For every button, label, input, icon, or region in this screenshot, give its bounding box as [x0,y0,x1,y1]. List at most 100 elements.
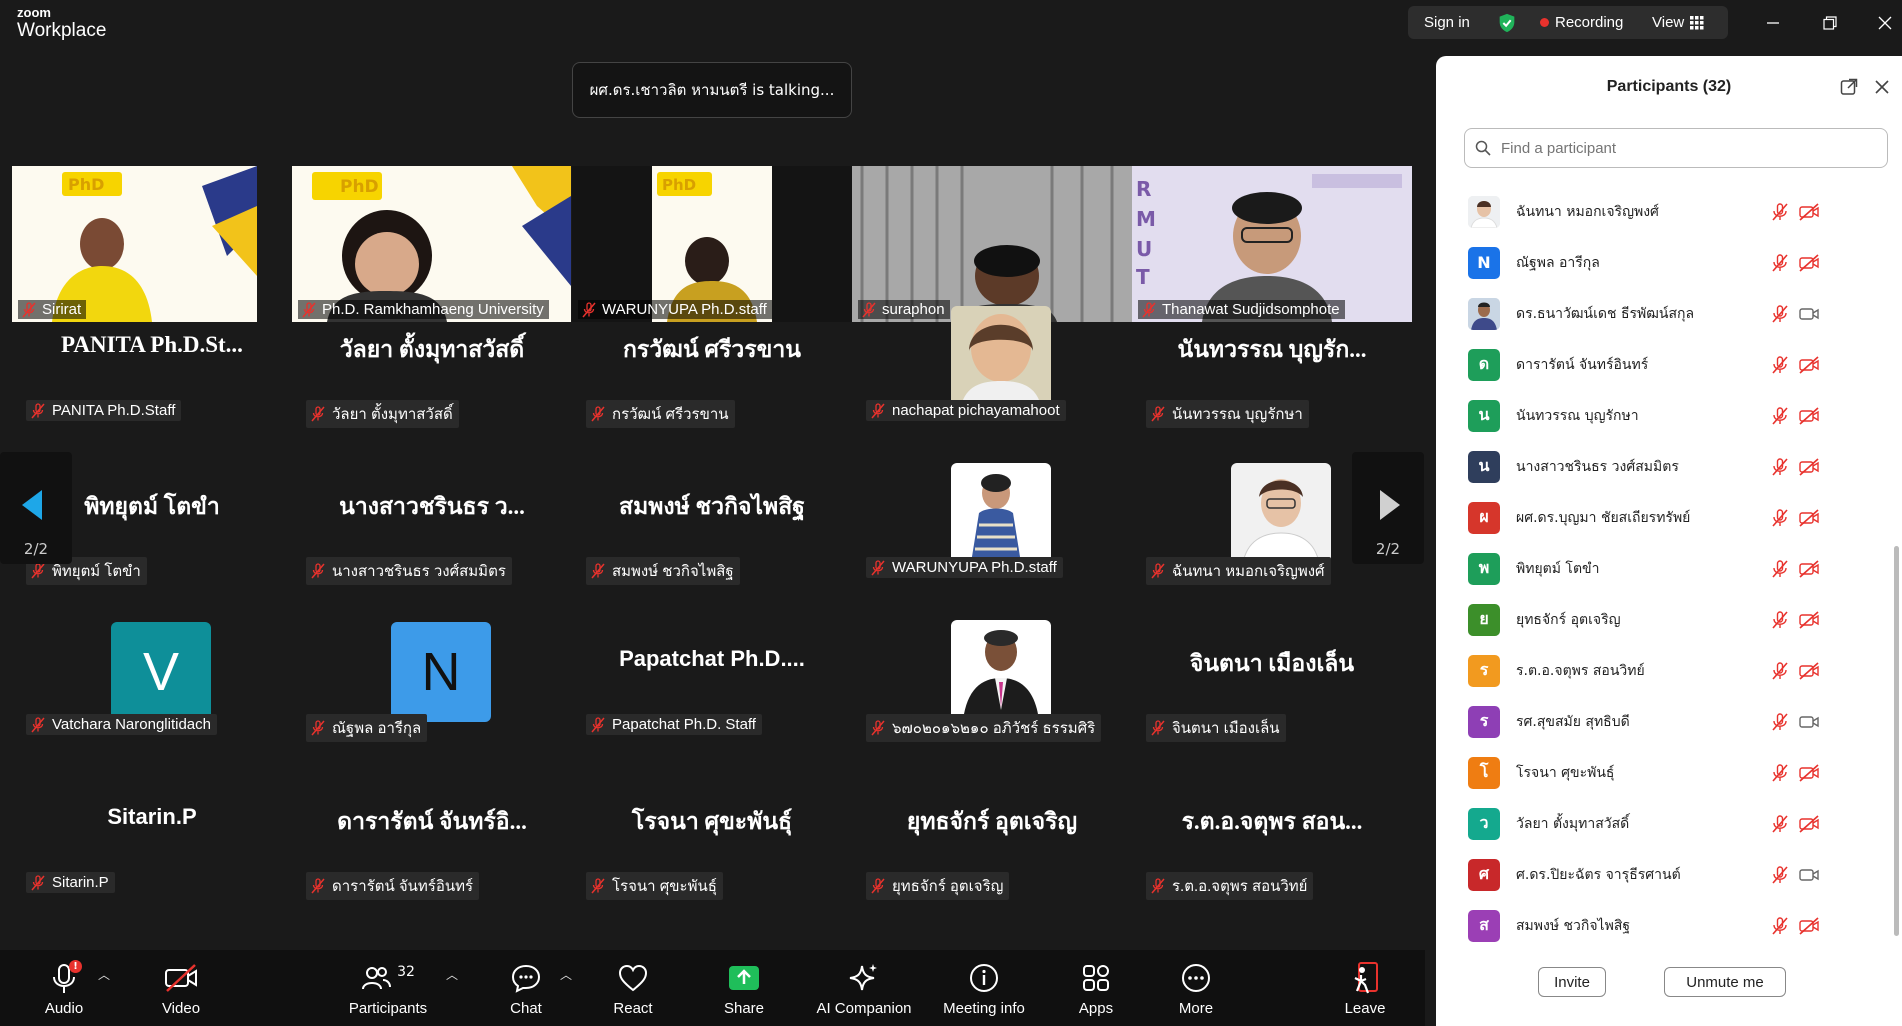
next-page-button[interactable]: 2/2 [1352,452,1424,564]
participant-row[interactable]: N ณัฐพล อารีกุล [1436,237,1902,288]
mic-muted-icon[interactable] [1770,406,1790,426]
video-off-icon[interactable] [1798,610,1820,630]
participant-row[interactable]: ด ดารารัตน์ จันทร์อินทร์ [1436,339,1902,390]
participant-tile[interactable]: Sitarin.P Sitarin.P [12,772,292,930]
participant-tile[interactable]: กรวัฒน์ ศรีวรขาน กรวัฒน์ ศรีวรขาน [572,300,852,458]
view-button[interactable]: View [1652,6,1704,39]
unmute-me-button[interactable]: Unmute me [1664,967,1786,997]
video-off-icon[interactable] [1798,406,1820,426]
minimize-icon[interactable] [1758,8,1788,38]
participant-tile[interactable]: นันทวรรณ บุญรัก... นันทวรรณ บุญรักษา [1132,300,1412,458]
video-on-icon[interactable] [1798,712,1820,732]
participant-tile[interactable]: V Vatchara Naronglitidach [12,614,292,772]
video-off-icon[interactable] [1798,355,1820,375]
video-off-icon[interactable] [1798,916,1820,936]
participant-row[interactable]: ศ ศ.ดร.ปิยะฉัตร จารุธีรศานต์ [1436,849,1902,900]
participant-row[interactable]: ว วัลยา ตั้งมุทาสวัสดิ์ [1436,798,1902,849]
close-panel-icon[interactable] [1874,79,1890,95]
mic-muted-icon[interactable] [1770,304,1790,324]
participant-tile[interactable]: วัลยา ตั้งมุทาสวัสดิ์ วัลยา ตั้งมุทาสวัส… [292,300,572,458]
video-off-icon[interactable] [1798,253,1820,273]
video-off-icon[interactable] [1798,763,1820,783]
video-off-icon[interactable] [1798,457,1820,477]
participant-search-input[interactable] [1499,138,1863,158]
restore-icon[interactable] [1815,8,1845,38]
participant-row[interactable]: ดร.ธนาวัฒน์เดช ธีรพัฒน์สกุล [1436,288,1902,339]
participant-tile[interactable]: nachapat pichayamahoot [852,300,1132,458]
mic-muted-icon[interactable] [1770,559,1790,579]
mic-muted-icon[interactable] [1770,763,1790,783]
video-frame-image: PhD [572,166,852,322]
participant-search-box[interactable] [1464,128,1888,168]
participant-tile[interactable]: ดารารัตน์ จันทร์อิ... ดารารัตน์ จันทร์อิ… [292,772,572,930]
mic-muted-icon[interactable] [1770,865,1790,885]
close-window-icon[interactable] [1870,8,1900,38]
video-on-icon[interactable] [1798,304,1820,324]
participant-tile[interactable]: จินตนา เมืองเล็น จินตนา เมืองเล็น [1132,614,1412,772]
participant-row[interactable]: ส สมพงษ์ ชวกิจไพสิฐ [1436,900,1902,951]
audio-options-chevron-icon[interactable]: ︿ [98,966,110,983]
participants-button[interactable]: 32 Participants [345,950,431,1026]
mic-muted-icon[interactable] [1770,610,1790,630]
video-off-icon[interactable] [1798,814,1820,834]
video-on-icon[interactable] [1798,865,1820,885]
participant-tile[interactable]: ๖๗๐๒๐๑๖๒๑๐ อภิวัชร์ ธรรมศิริ [852,614,1132,772]
video-off-icon[interactable] [1798,661,1820,681]
share-button[interactable]: Share [718,950,770,1026]
mic-muted-icon[interactable] [1770,814,1790,834]
video-tile-thanawat[interactable]: RMUT Thanawat Sudjidsomphote [1132,166,1412,322]
video-tile-suraphon[interactable]: suraphon [852,166,1132,322]
display-name-large: PANITA Ph.D.St... [61,332,243,357]
mic-muted-icon[interactable] [1770,661,1790,681]
participant-tile[interactable]: PANITA Ph.D.St... PANITA Ph.D.Staff [12,300,292,458]
mic-muted-icon[interactable] [1770,253,1790,273]
react-button[interactable]: React [608,950,658,1026]
participant-tile[interactable]: โรจนา ศุขะพันธุ์ โรจนา ศุขะพันธุ์ [572,772,852,930]
participant-row[interactable]: ฉันทนา หมอกเจริญพงศ์ [1436,186,1902,237]
participant-row[interactable]: โ โรจนา ศุขะพันธุ์ [1436,747,1902,798]
mic-muted-icon[interactable] [1770,508,1790,528]
invite-button[interactable]: Invite [1538,967,1606,997]
ai-companion-button[interactable]: AI Companion [812,950,916,1026]
participant-tile[interactable]: WARUNYUPA Ph.D.staff [852,457,1132,615]
participant-row[interactable]: ผ ผศ.ดร.บุญมา ชัยสเถียรทรัพย์ [1436,492,1902,543]
participant-list-scrollbar[interactable] [1894,546,1899,936]
meeting-info-button[interactable]: Meeting info [938,950,1030,1026]
participant-row[interactable]: พ พิทยุตม์ โตขำ [1436,543,1902,594]
chat-options-chevron-icon[interactable]: ︿ [560,966,572,983]
participant-tile[interactable]: นางสาวชรินธร ว... นางสาวชรินธร วงศ์สมมิต… [292,457,572,615]
participant-tile[interactable]: ยุทธจักร์ อุตเจริญ ยุทธจักร์ อุตเจริญ [852,772,1132,930]
chat-button[interactable]: Chat [504,950,548,1026]
previous-page-button[interactable]: 2/2 [0,452,72,564]
participant-tile[interactable]: ร.ต.อ.จตุพร สอน... ร.ต.อ.จตุพร สอนวิทย์ [1132,772,1412,930]
video-off-icon[interactable] [1798,508,1820,528]
participant-tile[interactable]: N ณัฐพล อารีกุล [292,614,572,772]
video-button[interactable]: Video [152,950,210,1026]
sign-in-button[interactable]: Sign in [1424,6,1470,39]
apps-button[interactable]: Apps [1072,950,1120,1026]
participant-row[interactable]: ร ร.ต.อ.จตุพร สอนวิทย์ [1436,645,1902,696]
participant-tile[interactable]: สมพงษ์ ชวกิจไพสิฐ สมพงษ์ ชวกิจไพสิฐ [572,457,852,615]
mic-muted-icon[interactable] [1770,355,1790,375]
mic-muted-icon[interactable] [1770,712,1790,732]
mic-muted-icon[interactable] [1770,457,1790,477]
video-tile-sirirat[interactable]: PhD Sirirat [12,166,257,322]
mic-muted-icon[interactable] [1770,202,1790,222]
video-off-icon[interactable] [1798,202,1820,222]
video-tile-ramkhamhaeng[interactable]: PhD Ph.D. Ramkhamhaeng University [292,166,571,322]
mic-muted-icon[interactable] [1770,916,1790,936]
audio-button[interactable]: ! Audio [38,950,90,1026]
participant-row[interactable]: น นันทวรรณ บุญรักษา [1436,390,1902,441]
participant-row[interactable]: น นางสาวชรินธร วงศ์สมมิตร [1436,441,1902,492]
participant-tile[interactable]: Papatchat Ph.D.... Papatchat Ph.D. Staff [572,614,852,772]
participants-options-chevron-icon[interactable]: ︿ [446,966,458,983]
video-off-icon[interactable] [1798,559,1820,579]
more-button[interactable]: More [1172,950,1220,1026]
participant-row[interactable]: ร รศ.สุขสมัย สุทธิบดี [1436,696,1902,747]
leave-button[interactable]: Leave [1340,950,1390,1026]
recording-indicator[interactable]: Recording [1540,6,1623,39]
participant-row[interactable]: ย ยุทธจักร์ อุตเจริญ [1436,594,1902,645]
video-tile-warunyupa[interactable]: PhD WARUNYUPA Ph.D.staff [572,166,852,322]
security-shield-icon[interactable] [1496,6,1518,39]
pop-out-icon[interactable] [1840,78,1858,96]
